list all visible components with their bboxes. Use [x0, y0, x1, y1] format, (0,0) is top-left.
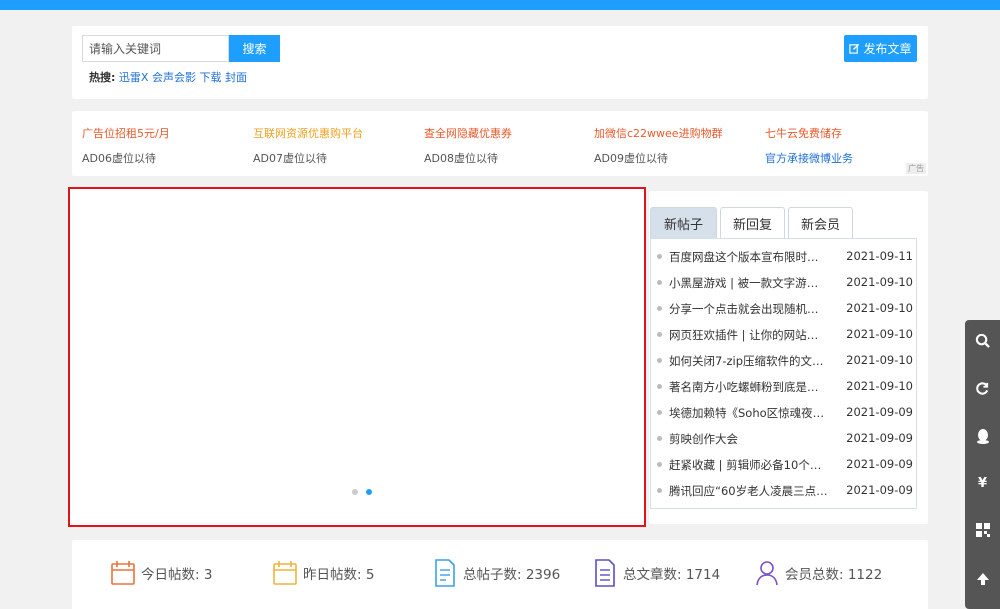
post-title[interactable]: 埃德加赖特《Soho区惊魂夜》发...: [669, 405, 829, 421]
tab-new-posts[interactable]: 新帖子: [650, 207, 717, 238]
back-to-top-icon[interactable]: [965, 559, 1000, 599]
slider-dot-active[interactable]: [366, 489, 372, 495]
post-date: 2021-09-09: [846, 457, 913, 471]
stat-total-members: 会员总数: 1122: [754, 557, 882, 589]
list-item[interactable]: 埃德加赖特《Soho区惊魂夜》发... 2021-09-09: [657, 400, 913, 426]
site-stats-card: 今日帖数: 3 昨日帖数: 5 总帖子数: 2396 总文章数: 1714 会员…: [72, 540, 928, 609]
list-item[interactable]: 著名南方小吃螺蛳粉到底是谁发... 2021-09-10: [657, 374, 913, 400]
post-title[interactable]: 剪映创作大会: [669, 431, 829, 447]
post-date: 2021-09-09: [846, 431, 913, 445]
bullet-icon: [657, 332, 662, 337]
refresh-icon[interactable]: [965, 368, 1000, 408]
post-date: 2021-09-10: [846, 353, 913, 367]
post-title[interactable]: 腾讯回应“60岁老人凌晨三点打...: [669, 483, 829, 499]
bullet-icon: [657, 280, 662, 285]
calendar-today-icon: [111, 561, 135, 585]
bullet-icon: [657, 410, 662, 415]
bullet-icon: [657, 306, 662, 311]
stat-label: 今日帖数: 3: [141, 567, 213, 583]
post-title[interactable]: 如何关闭7-zip压缩软件的文件全...: [669, 353, 829, 369]
posts-tabs: 新帖子 新回复 新会员: [650, 207, 853, 238]
stat-total-articles: 总文章数: 1714: [592, 557, 720, 589]
ad-link[interactable]: 加微信c22wwee进购物群: [594, 125, 723, 141]
side-toolbar: ¥: [965, 320, 1000, 609]
members-icon: [756, 561, 778, 586]
post-date: 2021-09-10: [846, 379, 913, 393]
list-item[interactable]: 腾讯回应“60岁老人凌晨三点打... 2021-09-09: [657, 478, 913, 504]
search-button[interactable]: 搜索: [229, 35, 280, 62]
list-item[interactable]: 剪映创作大会 2021-09-09: [657, 426, 913, 452]
hot-search-label: 热搜:: [89, 71, 116, 84]
bullet-icon: [657, 358, 662, 363]
post-date: 2021-09-10: [846, 275, 913, 289]
stat-label: 昨日帖数: 5: [303, 567, 375, 583]
ad-link[interactable]: 七牛云免费储存: [765, 125, 842, 141]
post-date: 2021-09-10: [846, 327, 913, 341]
bullet-icon: [657, 384, 662, 389]
calendar-yesterday-icon: [273, 561, 297, 585]
list-item[interactable]: 小黑屋游戏 | 被一款文字游戏所... 2021-09-10: [657, 270, 913, 296]
stat-label: 会员总数: 1122: [785, 567, 883, 583]
article-icon: [595, 559, 615, 587]
hot-term-link[interactable]: 下载: [199, 71, 221, 84]
post-title[interactable]: 赶紧收藏 | 剪辑师必备10个免费...: [669, 457, 829, 473]
hot-term-link[interactable]: 封面: [225, 71, 247, 84]
ad-link[interactable]: AD09虚位以待: [594, 150, 668, 166]
post-title[interactable]: 分享一个点击就会出现随机文字...: [669, 301, 829, 317]
post-title[interactable]: 百度网盘这个版本宣布限时免费!: [669, 249, 829, 265]
hot-search: 热搜: 迅雷X 会声会影 下载 封面: [89, 69, 247, 85]
slider-dots: [352, 489, 372, 495]
hot-term-link[interactable]: 会声会影: [152, 71, 196, 84]
list-item[interactable]: 如何关闭7-zip压缩软件的文件全... 2021-09-10: [657, 348, 913, 374]
post-date: 2021-09-09: [846, 405, 913, 419]
search-icon[interactable]: [965, 320, 1000, 360]
ad-link[interactable]: 广告位招租5元/月: [82, 125, 170, 141]
publish-article-label: 发布文章: [863, 42, 912, 56]
edit-icon: [849, 43, 860, 54]
ad-badge: 广告: [906, 163, 926, 174]
ad-link[interactable]: AD07虚位以待: [253, 150, 327, 166]
post-date: 2021-09-10: [846, 301, 913, 315]
bullet-icon: [657, 488, 662, 493]
search-card: 搜索 热搜: 迅雷X 会声会影 下载 封面 发布文章: [72, 26, 928, 99]
slider-dot[interactable]: [352, 489, 358, 495]
bullet-icon: [657, 462, 662, 467]
image-slider[interactable]: [68, 187, 646, 527]
bullet-icon: [657, 436, 662, 441]
list-item[interactable]: 百度网盘这个版本宣布限时免费! 2021-09-11: [657, 244, 913, 270]
top-bar: [0, 0, 1000, 10]
ad-card: 广告位招租5元/月 互联网资源优惠购平台 查全网隐藏优惠券 加微信c22wwee…: [72, 111, 928, 176]
qq-icon[interactable]: [965, 416, 1000, 456]
ad-link[interactable]: AD06虚位以待: [82, 150, 156, 166]
post-date: 2021-09-09: [846, 483, 913, 497]
list-item[interactable]: 分享一个点击就会出现随机文字... 2021-09-10: [657, 296, 913, 322]
list-item[interactable]: 赶紧收藏 | 剪辑师必备10个免费... 2021-09-09: [657, 452, 913, 478]
hot-term-link[interactable]: 迅雷X: [119, 71, 149, 84]
post-title[interactable]: 网页狂欢插件 | 让你的网站更酷...: [669, 327, 829, 343]
stat-label: 总帖子数: 2396: [463, 567, 561, 583]
post-date: 2021-09-11: [846, 249, 913, 263]
stat-label: 总文章数: 1714: [623, 567, 721, 583]
list-item[interactable]: 网页狂欢插件 | 让你的网站更酷... 2021-09-10: [657, 322, 913, 348]
stat-total-posts: 总帖子数: 2396: [432, 557, 560, 589]
post-title[interactable]: 著名南方小吃螺蛳粉到底是谁发...: [669, 379, 829, 395]
tab-new-members[interactable]: 新会员: [788, 207, 853, 238]
search-input[interactable]: [82, 35, 229, 62]
posts-list: 百度网盘这个版本宣布限时免费! 2021-09-11 小黑屋游戏 | 被一款文字游…: [650, 238, 917, 509]
stat-today-posts: 今日帖数: 3: [110, 557, 212, 589]
stat-yesterday-posts: 昨日帖数: 5: [272, 557, 374, 589]
bullet-icon: [657, 254, 662, 259]
tab-new-replies[interactable]: 新回复: [720, 207, 785, 238]
ad-link[interactable]: 互联网资源优惠购平台: [253, 125, 363, 141]
publish-article-button[interactable]: 发布文章: [844, 35, 917, 62]
ad-link[interactable]: 官方承接微博业务: [765, 150, 853, 166]
ad-link[interactable]: 查全网隐藏优惠券: [424, 125, 512, 141]
qrcode-icon[interactable]: [965, 510, 1000, 550]
latest-posts-card: 新帖子 新回复 新会员 百度网盘这个版本宣布限时免费! 2021-09-11 小黑…: [649, 191, 928, 524]
yen-icon[interactable]: ¥: [965, 463, 1000, 503]
document-icon: [435, 559, 455, 587]
ad-link[interactable]: AD08虚位以待: [424, 150, 498, 166]
post-title[interactable]: 小黑屋游戏 | 被一款文字游戏所...: [669, 275, 829, 291]
